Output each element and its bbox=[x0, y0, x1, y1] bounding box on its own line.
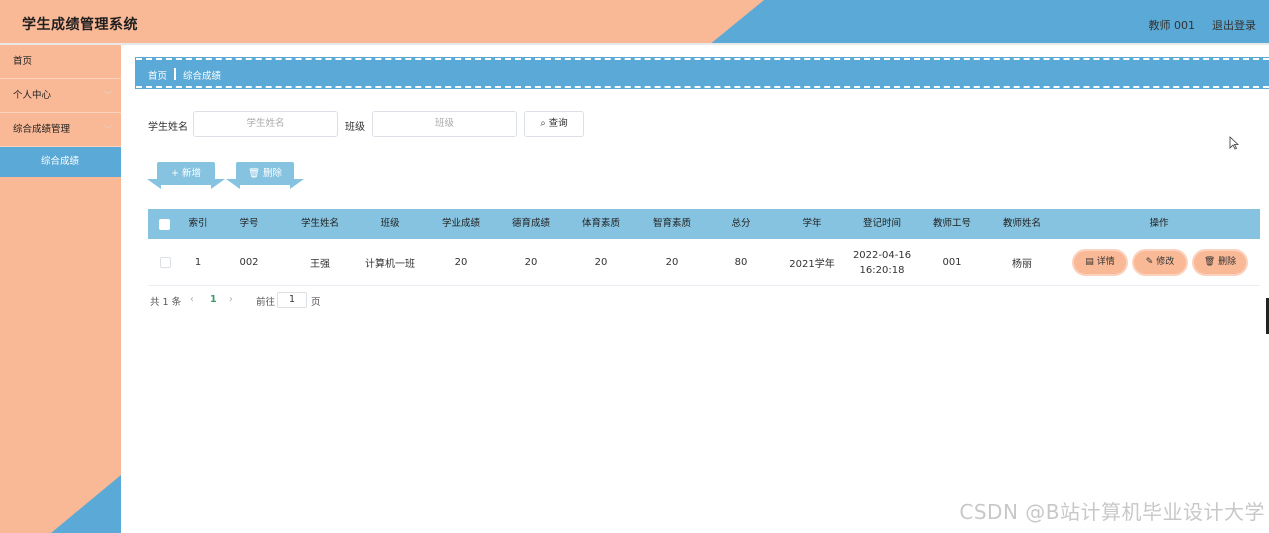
cell-physical: 20 bbox=[594, 257, 608, 268]
score-table: 索引 学号 学生姓名 班级 学业成绩 德育成绩 体育素质 智育素质 总分 学年 … bbox=[148, 209, 1260, 286]
delete-button-label: 删除 bbox=[263, 168, 283, 179]
column-header: 学业成绩 bbox=[441, 218, 480, 229]
document-icon: ▤ bbox=[1085, 257, 1094, 267]
goto-label: 前往 bbox=[256, 297, 276, 308]
plus-icon: + bbox=[170, 168, 179, 179]
cell-year: 2021学年 bbox=[789, 259, 835, 270]
sidebar-item-score-management[interactable]: 综合成绩管理 ﹀ bbox=[0, 113, 121, 147]
row-select-cell bbox=[159, 239, 171, 286]
column-header: 学年 bbox=[802, 218, 822, 229]
cell-moral: 20 bbox=[524, 257, 538, 268]
goto-page-input[interactable]: 1 bbox=[277, 292, 307, 308]
page-suffix: 页 bbox=[311, 297, 321, 308]
sidebar-item-label: 个人中心 bbox=[13, 90, 52, 101]
query-button-label: 查询 bbox=[548, 118, 568, 129]
cell-index: 1 bbox=[194, 257, 202, 268]
reg-date: 2022-04-16 bbox=[852, 249, 912, 261]
detail-button-label: 详情 bbox=[1096, 257, 1115, 267]
column-header: 体育素质 bbox=[581, 218, 620, 229]
breadcrumb-current: 综合成绩 bbox=[183, 71, 222, 82]
detail-button[interactable]: ▤ 详情 bbox=[1074, 251, 1126, 274]
cell-student-name: 王强 bbox=[310, 259, 330, 270]
sidebar-item-personal-center[interactable]: 个人中心 ﹀ bbox=[0, 79, 121, 113]
select-all-cell bbox=[159, 209, 171, 239]
column-header: 班级 bbox=[380, 218, 400, 229]
column-header: 总分 bbox=[731, 218, 751, 229]
student-name-input[interactable]: 学生姓名 bbox=[193, 111, 338, 137]
sidebar-decoration bbox=[51, 475, 121, 533]
select-all-checkbox[interactable] bbox=[159, 218, 170, 230]
edit-icon: ✎ bbox=[1145, 257, 1154, 267]
breadcrumb-home[interactable]: 首页 bbox=[148, 68, 167, 82]
class-input[interactable]: 班级 bbox=[372, 111, 517, 137]
row-delete-button-label: 删除 bbox=[1218, 257, 1237, 267]
column-header: 索引 bbox=[188, 218, 208, 229]
sidebar: 首页 个人中心 ﹀ 综合成绩管理 ﹀ 综合成绩 bbox=[0, 45, 121, 533]
sidebar-item-label: 首页 bbox=[13, 56, 33, 67]
breadcrumb: 首页 综合成绩 bbox=[135, 57, 1269, 89]
column-header: 操作 bbox=[1149, 218, 1169, 229]
search-icon: ⌕ bbox=[540, 118, 546, 129]
cell-teacher-name: 杨丽 bbox=[1012, 259, 1032, 270]
column-header: 智育素质 bbox=[652, 218, 691, 229]
student-name-label: 学生姓名 bbox=[148, 122, 188, 133]
cell-academic: 20 bbox=[454, 257, 468, 268]
next-page-button[interactable]: › bbox=[229, 294, 233, 305]
sidebar-item-comprehensive-score[interactable]: 综合成绩 bbox=[0, 147, 121, 177]
app-header: 学生成绩管理系统 教师 001 退出登录 bbox=[0, 0, 1269, 45]
cell-class: 计算机一班 bbox=[365, 259, 415, 270]
cell-teacher-no: 001 bbox=[942, 257, 962, 268]
app-title: 学生成绩管理系统 bbox=[22, 17, 138, 33]
chevron-down-icon: ﹀ bbox=[104, 125, 112, 134]
cell-reg-time: 2022-04-16 16:20:18 bbox=[850, 239, 914, 286]
cell-intellectual: 20 bbox=[665, 257, 679, 268]
page-number[interactable]: 1 bbox=[210, 294, 217, 305]
cell-total: 80 bbox=[734, 257, 748, 268]
table-header: 索引 学号 学生姓名 班级 学业成绩 德育成绩 体育素质 智育素质 总分 学年 … bbox=[148, 209, 1260, 239]
column-header: 登记时间 bbox=[862, 218, 901, 229]
trash-icon: 🗑︎ bbox=[1203, 257, 1216, 267]
logout-link[interactable]: 退出登录 bbox=[1212, 17, 1256, 33]
edit-button[interactable]: ✎ 修改 bbox=[1134, 251, 1186, 274]
mouse-cursor-icon bbox=[1229, 136, 1239, 150]
batch-delete-button[interactable]: 🗑︎ 删除 bbox=[236, 162, 294, 185]
column-header: 教师姓名 bbox=[1002, 218, 1041, 229]
add-button[interactable]: + 新增 bbox=[157, 162, 215, 185]
prev-page-button[interactable]: ‹ bbox=[190, 294, 194, 305]
sidebar-item-home[interactable]: 首页 bbox=[0, 45, 121, 79]
column-header: 德育成绩 bbox=[511, 218, 550, 229]
pagination-total: 共 1 条 bbox=[150, 297, 182, 308]
class-label: 班级 bbox=[345, 122, 365, 133]
reg-time: 16:20:18 bbox=[859, 264, 905, 276]
column-header: 学生姓名 bbox=[300, 218, 339, 229]
breadcrumb-separator bbox=[174, 68, 176, 80]
query-button[interactable]: ⌕ 查询 bbox=[524, 111, 584, 137]
watermark: CSDN @B站计算机毕业设计大学 bbox=[959, 500, 1265, 524]
add-button-label: 新增 bbox=[181, 168, 201, 179]
current-user: 教师 001 bbox=[1148, 19, 1196, 32]
cell-student-no: 002 bbox=[239, 257, 259, 268]
trash-icon: 🗑︎ bbox=[247, 168, 260, 179]
row-delete-button[interactable]: 🗑︎ 删除 bbox=[1194, 251, 1246, 274]
row-checkbox[interactable] bbox=[159, 257, 171, 268]
table-row[interactable]: 1 002 王强 计算机一班 20 20 20 20 80 2021学年 202… bbox=[148, 239, 1260, 286]
sidebar-item-label: 综合成绩管理 bbox=[13, 124, 71, 135]
sidebar-item-label: 综合成绩 bbox=[41, 156, 80, 167]
edit-button-label: 修改 bbox=[1156, 257, 1175, 267]
column-header: 学号 bbox=[239, 218, 259, 229]
column-header: 教师工号 bbox=[932, 218, 971, 229]
chevron-down-icon: ﹀ bbox=[104, 91, 112, 100]
